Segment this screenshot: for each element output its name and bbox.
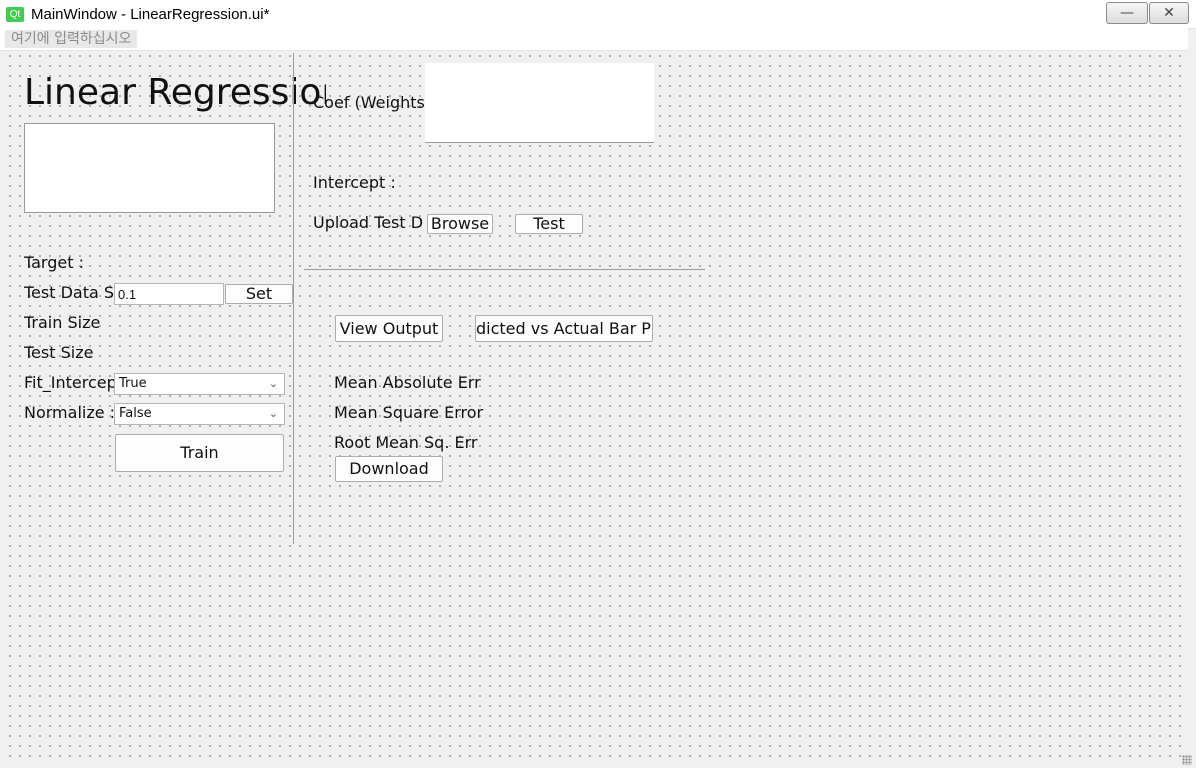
normalize-label: Normalize : [24, 403, 115, 422]
close-button[interactable]: ✕ [1149, 2, 1189, 24]
upload-test-data-label: Upload Test D [313, 213, 424, 232]
normalize-select[interactable]: False ⌄ [114, 403, 285, 425]
window-title: MainWindow - LinearRegression.ui* [31, 6, 270, 23]
chevron-down-icon: ⌄ [268, 377, 278, 390]
predicted-vs-actual-bar-plot-button[interactable]: dicted vs Actual Bar P [475, 315, 653, 342]
target-label: Target : [24, 253, 84, 272]
menu-type-here-placeholder[interactable]: 여기에 입력하십시오 [5, 30, 138, 48]
fit-intercept-selected-value: True [119, 376, 147, 391]
design-canvas: Linear Regressior Target : Test Data S S… [5, 51, 1188, 763]
close-icon: ✕ [1163, 5, 1175, 21]
view-output-button[interactable]: View Output [335, 315, 443, 342]
train-button[interactable]: Train [115, 434, 284, 472]
normalize-selected-value: False [119, 406, 152, 421]
target-display-box [24, 123, 275, 213]
horizontal-divider [304, 269, 705, 270]
minimize-button[interactable]: — [1106, 2, 1148, 24]
mean-square-error-label: Mean Square Error [334, 403, 484, 422]
page-title: Linear Regressior [24, 72, 326, 113]
chevron-down-icon: ⌄ [268, 407, 278, 420]
intercept-label: Intercept : [313, 173, 396, 192]
test-button[interactable]: Test [515, 214, 583, 234]
coef-weights-display [425, 63, 654, 143]
vertical-divider [293, 53, 294, 544]
test-data-size-input[interactable] [114, 283, 224, 305]
qt-logo-icon: Qt [6, 7, 24, 22]
fit-intercept-label: Fit_Intercep [24, 373, 115, 392]
minimize-icon: — [1120, 5, 1134, 21]
resize-grip-icon[interactable] [1182, 755, 1192, 765]
mean-absolute-error-label: Mean Absolute Err [334, 373, 481, 392]
fit-intercept-select[interactable]: True ⌄ [114, 373, 285, 395]
title-bar: Qt MainWindow - LinearRegression.ui* — ✕ [0, 0, 1196, 29]
coef-weights-label: Coef (Weights [313, 93, 425, 112]
train-size-label: Train Size [24, 313, 101, 332]
set-button[interactable]: Set [225, 284, 293, 304]
test-size-label: Test Size [24, 343, 94, 362]
download-button[interactable]: Download [335, 456, 443, 482]
browse-button[interactable]: Browse [427, 214, 493, 234]
test-data-size-label: Test Data S [24, 283, 115, 302]
menu-bar: 여기에 입력하십시오 [0, 28, 1188, 51]
root-mean-square-error-label: Root Mean Sq. Err [334, 433, 478, 452]
